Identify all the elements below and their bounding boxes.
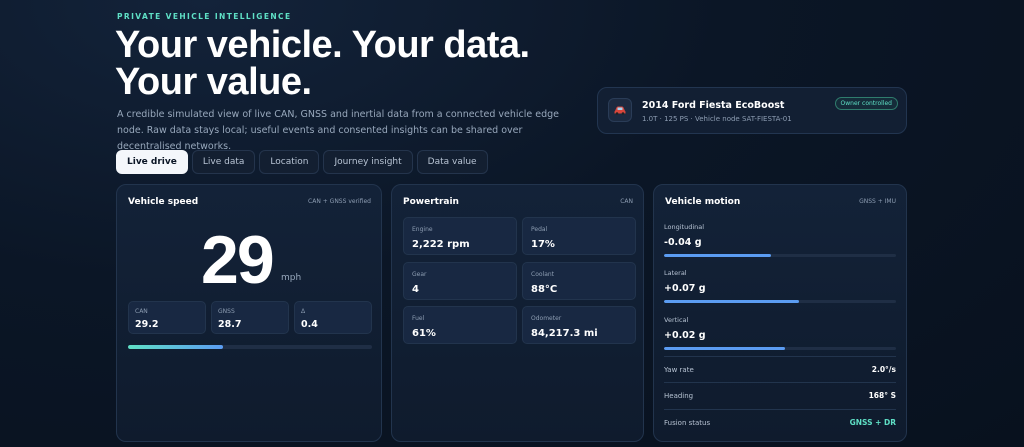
speed-value: 29 bbox=[201, 222, 275, 298]
cell-value: 28.7 bbox=[218, 319, 242, 330]
panel-source-tag: CAN + GNSS verified bbox=[308, 198, 371, 205]
tab-location[interactable]: Location bbox=[259, 150, 320, 174]
vehicle-name: 2014 Ford Fiesta EcoBoost bbox=[642, 100, 785, 111]
metric-fill bbox=[664, 254, 771, 257]
tab-live-drive[interactable]: Live drive bbox=[116, 150, 188, 174]
cell-value: 29.2 bbox=[135, 319, 159, 330]
view-tabs: Live drive Live data Location Journey in… bbox=[116, 150, 488, 174]
tab-live-data[interactable]: Live data bbox=[191, 150, 256, 174]
tab-data-value[interactable]: Data value bbox=[416, 150, 488, 174]
metric-track bbox=[664, 347, 896, 350]
lateral-metric: Lateral +0.07 g bbox=[664, 269, 896, 303]
vehicle-speed-panel: Vehicle speed CAN + GNSS verified 29 mph… bbox=[116, 184, 382, 442]
fusion-status-value: GNSS + DR bbox=[849, 418, 896, 427]
powertrain-panel: Powertrain CAN Engine 2,222 rpm Pedal 17… bbox=[391, 184, 644, 442]
fuel-tile: Fuel 61% bbox=[403, 306, 517, 344]
tile-label: Fuel bbox=[412, 315, 425, 322]
car-icon bbox=[608, 98, 632, 122]
panel-title: Vehicle speed bbox=[128, 197, 199, 207]
row-value: 168° S bbox=[868, 391, 896, 400]
cell-label: GNSS bbox=[218, 308, 235, 315]
hero-description: A credible simulated view of live CAN, G… bbox=[117, 109, 560, 152]
hero-title: Your vehicle. Your data. Your value. bbox=[115, 24, 530, 103]
tile-value: 61% bbox=[412, 328, 436, 339]
vehicle-card: 2014 Ford Fiesta EcoBoost 1.0T · 125 PS … bbox=[597, 87, 907, 134]
metric-value: +0.02 g bbox=[664, 330, 706, 341]
speed-progress-bar bbox=[128, 345, 372, 349]
hero-line-2: Your value. bbox=[115, 61, 312, 103]
panel-title: Powertrain bbox=[403, 197, 459, 207]
speed-progress-fill bbox=[128, 345, 224, 349]
owner-controlled-badge: Owner controlled bbox=[834, 97, 898, 110]
tile-value: 17% bbox=[531, 239, 555, 250]
row-value: 2.0°/s bbox=[871, 365, 896, 374]
vehicle-motion-panel: Vehicle motion GNSS + IMU Longitudinal -… bbox=[653, 184, 907, 442]
tile-value: 84,217.3 mi bbox=[531, 328, 598, 339]
hero-line-1: Your vehicle. Your data. bbox=[115, 24, 530, 66]
metric-value: -0.04 g bbox=[664, 237, 702, 248]
metric-label: Lateral bbox=[664, 269, 687, 277]
longitudinal-metric: Longitudinal -0.04 g bbox=[664, 223, 896, 257]
metric-fill bbox=[664, 347, 785, 350]
yaw-rate-row: Yaw rate 2.0°/s bbox=[664, 356, 896, 382]
speed-gnss-cell: GNSS 28.7 bbox=[211, 301, 289, 334]
tile-label: Engine bbox=[412, 226, 433, 233]
speed-can-cell: CAN 29.2 bbox=[128, 301, 206, 334]
cell-label: Δ bbox=[301, 308, 306, 315]
metric-track bbox=[664, 254, 896, 257]
panel-title: Vehicle motion bbox=[665, 197, 741, 207]
metric-label: Longitudinal bbox=[664, 223, 705, 231]
panel-source-tag: CAN bbox=[620, 198, 633, 205]
metric-label: Vertical bbox=[664, 316, 689, 324]
odometer-tile: Odometer 84,217.3 mi bbox=[522, 306, 636, 344]
tile-label: Odometer bbox=[531, 315, 562, 322]
tile-label: Pedal bbox=[531, 226, 548, 233]
row-key: Heading bbox=[664, 391, 694, 400]
engine-tile: Engine 2,222 rpm bbox=[403, 217, 517, 255]
coolant-tile: Coolant 88°C bbox=[522, 262, 636, 300]
metric-track bbox=[664, 300, 896, 303]
metric-value: +0.07 g bbox=[664, 283, 706, 294]
cell-value: 0.4 bbox=[301, 319, 318, 330]
metric-fill bbox=[664, 300, 799, 303]
tile-label: Coolant bbox=[531, 271, 555, 278]
row-key: Fusion status bbox=[664, 418, 711, 427]
cell-label: CAN bbox=[135, 308, 148, 315]
gear-tile: Gear 4 bbox=[403, 262, 517, 300]
row-key: Yaw rate bbox=[664, 365, 694, 374]
tile-value: 88°C bbox=[531, 284, 558, 295]
speed-unit: mph bbox=[281, 273, 302, 283]
heading-row: Heading 168° S bbox=[664, 382, 896, 408]
fusion-status-row: Fusion status GNSS + DR bbox=[664, 409, 896, 435]
tile-value: 4 bbox=[412, 284, 419, 295]
tile-value: 2,222 rpm bbox=[412, 239, 470, 250]
eyebrow-label: PRIVATE VEHICLE INTELLIGENCE bbox=[117, 12, 292, 21]
tab-journey-insight[interactable]: Journey insight bbox=[323, 150, 413, 174]
tile-label: Gear bbox=[412, 271, 427, 278]
vertical-metric: Vertical +0.02 g bbox=[664, 316, 896, 350]
panel-source-tag: GNSS + IMU bbox=[859, 198, 896, 205]
vehicle-subtitle: 1.0T · 125 PS · Vehicle node SAT-FIESTA-… bbox=[642, 115, 792, 123]
pedal-tile: Pedal 17% bbox=[522, 217, 636, 255]
speed-delta-cell: Δ 0.4 bbox=[294, 301, 372, 334]
